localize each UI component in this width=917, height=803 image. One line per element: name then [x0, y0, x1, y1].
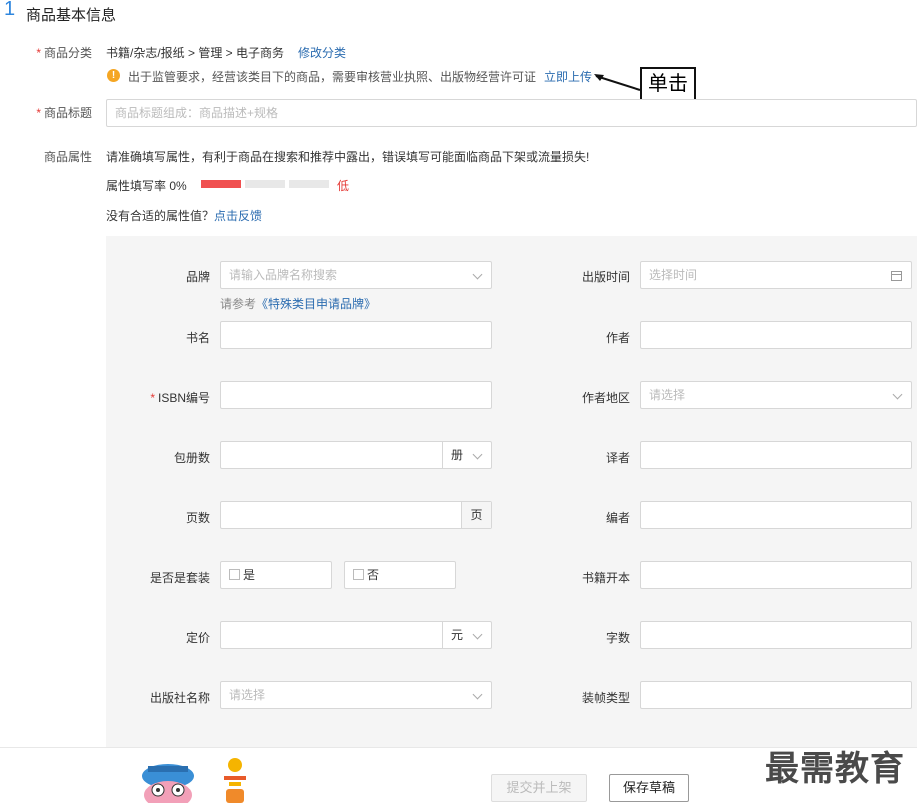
is-set-yes-option[interactable]: 是 — [220, 561, 332, 589]
price-unit-select[interactable]: 元 — [442, 622, 491, 648]
mascot-icon — [142, 764, 194, 803]
translator-label: 译者 — [605, 451, 630, 465]
lantern-icon — [224, 758, 246, 803]
section-number: 1 — [4, 0, 16, 20]
pages-unit: 页 — [461, 502, 491, 528]
pub-time-picker[interactable]: 选择时间 — [640, 261, 912, 289]
pages-label: 页数 — [185, 511, 210, 525]
fill-rate-label: 属性填写率 0% — [106, 179, 187, 193]
editor-input[interactable] — [640, 501, 912, 529]
book-name-input[interactable] — [220, 321, 492, 349]
callout-arrow-icon — [594, 74, 641, 91]
isbn-label: * ISBN编号 — [150, 391, 210, 405]
brand-label: 品牌 — [185, 270, 210, 284]
pages-input[interactable]: 页 — [220, 501, 492, 529]
chevron-down-icon — [472, 689, 483, 700]
word-count-input[interactable] — [640, 621, 912, 649]
click-callout: 单击 — [640, 67, 696, 102]
feedback-link[interactable]: 点击反馈 — [214, 209, 262, 223]
isbn-input[interactable] — [220, 381, 492, 409]
fill-rate-bar — [201, 180, 329, 188]
author-region-select[interactable]: 请选择 — [640, 381, 912, 409]
binding-label: 装帧类型 — [581, 691, 630, 705]
watermark-logo: 最需教育 — [765, 750, 905, 788]
save-draft-button[interactable]: 保存草稿 — [609, 774, 689, 802]
category-label: * 商品分类 — [36, 46, 92, 60]
chevron-down-icon — [892, 389, 903, 400]
author-input[interactable] — [640, 321, 912, 349]
book-name-label: 书名 — [185, 331, 210, 345]
fill-level: 低 — [337, 179, 350, 193]
regulation-warning: 出于监管要求，经营该类目下的商品，需要审核营业执照、出版物经营许可证 — [128, 70, 537, 84]
section-title: 商品基本信息 — [26, 7, 117, 24]
format-label: 书籍开本 — [581, 571, 630, 585]
is-set-no-option[interactable]: 否 — [344, 561, 456, 589]
calendar-icon — [891, 271, 902, 281]
pub-time-label: 出版时间 — [581, 270, 630, 284]
special-brand-link[interactable]: 《特殊类目申请品牌》 — [256, 297, 376, 311]
title-label: * 商品标题 — [36, 106, 92, 120]
publisher-select[interactable]: 请选择 — [220, 681, 492, 709]
chevron-down-icon — [472, 449, 483, 460]
is-set-label: 是否是套装 — [149, 571, 210, 585]
publisher-label: 出版社名称 — [149, 691, 210, 705]
change-category-link[interactable]: 修改分类 — [298, 44, 346, 61]
category-path: 书籍/杂志/报纸 > 管理 > 电子商务 — [106, 46, 285, 60]
price-input[interactable]: 元 — [220, 621, 492, 649]
fill-rate-seg-2 — [245, 180, 285, 188]
attribute-panel — [106, 236, 917, 748]
volumes-label: 包册数 — [173, 451, 210, 465]
author-region-label: 作者地区 — [581, 391, 630, 405]
price-label: 定价 — [185, 631, 210, 645]
chevron-down-icon — [472, 269, 483, 280]
checkbox-icon — [353, 569, 364, 580]
volumes-unit-select[interactable]: 册 — [442, 442, 491, 468]
brand-select[interactable]: 请输入品牌名称搜索 — [220, 261, 492, 289]
checkbox-icon — [229, 569, 240, 580]
word-count-label: 字数 — [605, 631, 630, 645]
brand-hint: 请参考《特殊类目申请品牌》 — [220, 297, 377, 311]
warning-icon: ! — [107, 69, 120, 82]
attributes-notice: 请准确填写属性，有利于商品在搜索和推荐中露出，错误填写可能面临商品下架或流量损失… — [106, 150, 590, 164]
feedback-row: 没有合适的属性值？点击反馈 — [106, 209, 263, 223]
title-input[interactable]: 商品标题组成：商品描述+规格 — [106, 99, 917, 127]
translator-input[interactable] — [640, 441, 912, 469]
fill-rate-seg-3 — [289, 180, 329, 188]
format-input[interactable] — [640, 561, 912, 589]
volumes-input[interactable]: 册 — [220, 441, 492, 469]
submit-publish-button[interactable]: 提交并上架 — [491, 774, 587, 802]
editor-label: 编者 — [605, 511, 630, 525]
fill-rate-seg-1 — [201, 180, 241, 188]
attributes-label: 商品属性 — [43, 150, 92, 164]
upload-now-link[interactable]: 立即上传 — [544, 68, 592, 85]
author-label: 作者 — [605, 331, 630, 345]
binding-input[interactable] — [640, 681, 912, 709]
chevron-down-icon — [472, 629, 483, 640]
